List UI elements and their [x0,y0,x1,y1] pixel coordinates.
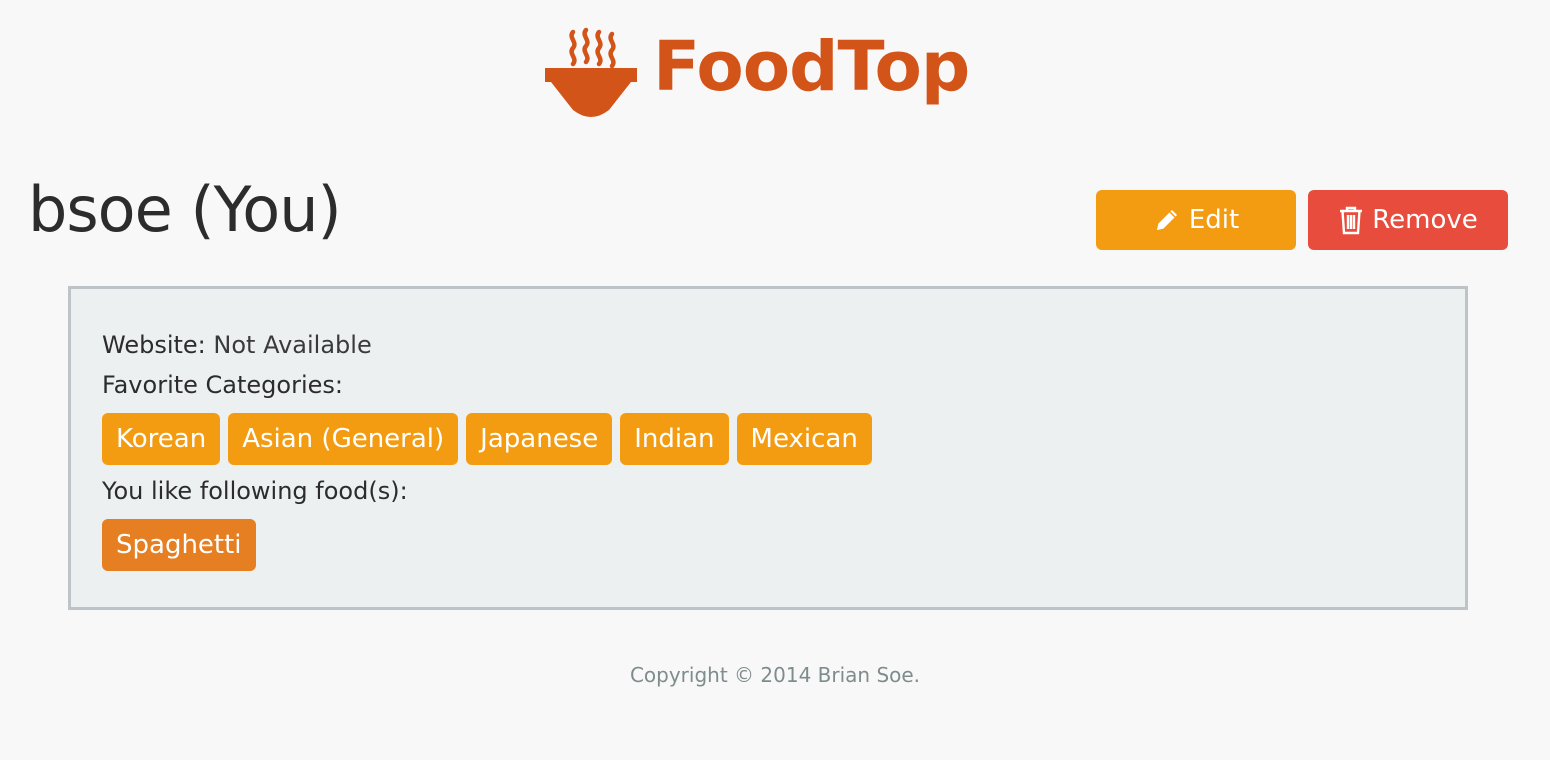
brand-logo-link[interactable]: FoodTop [543,26,970,122]
remove-button[interactable]: Remove [1308,190,1508,250]
liked-foods-list: Spaghetti [102,519,1434,571]
trash-icon [1340,206,1363,235]
brand-name: FoodTop [653,27,970,107]
edit-button[interactable]: Edit [1096,190,1296,250]
favorite-categories-list: Korean Asian (General) Japanese Indian M… [102,413,1434,465]
category-tag-asian-general[interactable]: Asian (General) [228,413,459,465]
food-tag-spaghetti[interactable]: Spaghetti [102,519,256,571]
favorite-categories-label: Favorite Categories: [102,371,343,399]
edit-button-label: Edit [1188,205,1240,235]
category-tag-korean[interactable]: Korean [102,413,221,465]
profile-details-panel: Website: Not Available Favorite Categori… [68,286,1468,610]
page-title: bsoe (You) [28,173,342,246]
category-tag-mexican[interactable]: Mexican [736,413,872,465]
website-label: Website: [102,331,206,359]
website-row: Website: Not Available [102,325,1434,365]
pencil-icon [1156,210,1177,230]
website-value: Not Available [213,331,372,359]
liked-foods-label: You like following food(s): [102,477,408,505]
category-tag-indian[interactable]: Indian [620,413,729,465]
remove-button-label: Remove [1372,205,1478,235]
footer-copyright: Copyright © 2014 Brian Soe. [629,663,921,687]
category-tag-japanese[interactable]: Japanese [466,413,613,465]
bowl-icon [545,27,637,117]
